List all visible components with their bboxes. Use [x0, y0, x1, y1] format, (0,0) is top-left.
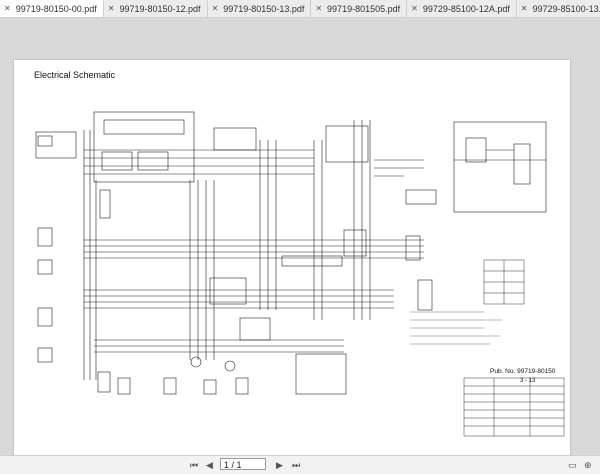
- tab-label: 99719-80150-12.pdf: [119, 3, 201, 14]
- tab-2[interactable]: ✕ 99719-80150-13.pdf: [207, 0, 312, 17]
- next-page-icon[interactable]: ▶: [276, 459, 283, 471]
- first-page-icon[interactable]: ⏮: [190, 459, 198, 471]
- tab-bar: ✕ 99719-80150-00.pdf ✕ 99719-80150-12.pd…: [0, 0, 600, 18]
- publication-number: Pub. No. 99719-80150: [490, 368, 556, 375]
- zoom-icon[interactable]: ⊕: [584, 459, 592, 471]
- page-title: Electrical Schematic: [34, 70, 116, 80]
- pdf-page: Electrical Schematic Pub. No. 99719-8015…: [14, 60, 570, 460]
- tab-label: 99719-801505.pdf: [327, 3, 401, 14]
- close-icon[interactable]: ✕: [411, 4, 418, 13]
- page-section-number: 3 - 13: [520, 378, 536, 384]
- close-icon[interactable]: ✕: [212, 4, 219, 13]
- close-icon[interactable]: ✕: [521, 4, 528, 13]
- tab-label: 99719-80150-13.pdf: [223, 3, 305, 14]
- close-icon[interactable]: ✕: [315, 4, 322, 13]
- tab-1[interactable]: ✕ 99719-80150-12.pdf: [103, 0, 208, 17]
- page-number-input[interactable]: 1 / 1: [220, 458, 266, 470]
- tab-4[interactable]: ✕ 99729-85100-12A.pdf: [407, 0, 517, 17]
- tab-label: 99729-85100-13.pdf: [532, 3, 600, 14]
- close-icon[interactable]: ✕: [4, 4, 11, 13]
- fit-page-icon[interactable]: ▭: [568, 459, 577, 471]
- document-viewer[interactable]: Electrical Schematic Pub. No. 99719-8015…: [0, 18, 600, 460]
- close-icon[interactable]: ✕: [108, 4, 115, 13]
- tab-3[interactable]: ✕ 99719-801505.pdf: [311, 0, 408, 17]
- last-page-icon[interactable]: ⏭: [292, 459, 300, 471]
- previous-page-icon[interactable]: ◀: [206, 459, 213, 471]
- tab-label: 99719-80150-00.pdf: [15, 3, 97, 14]
- navigation-toolbar: ⏮ ◀ 1 / 1 ▶ ⏭ ▭ ⊕: [0, 455, 600, 474]
- tab-5[interactable]: ✕ 99729-85100-13.pdf: [516, 0, 600, 17]
- tab-label: 99729-85100-12A.pdf: [422, 3, 510, 14]
- tab-0[interactable]: ✕ 99719-80150-00.pdf: [0, 0, 104, 17]
- schematic-drawing: [35, 111, 565, 437]
